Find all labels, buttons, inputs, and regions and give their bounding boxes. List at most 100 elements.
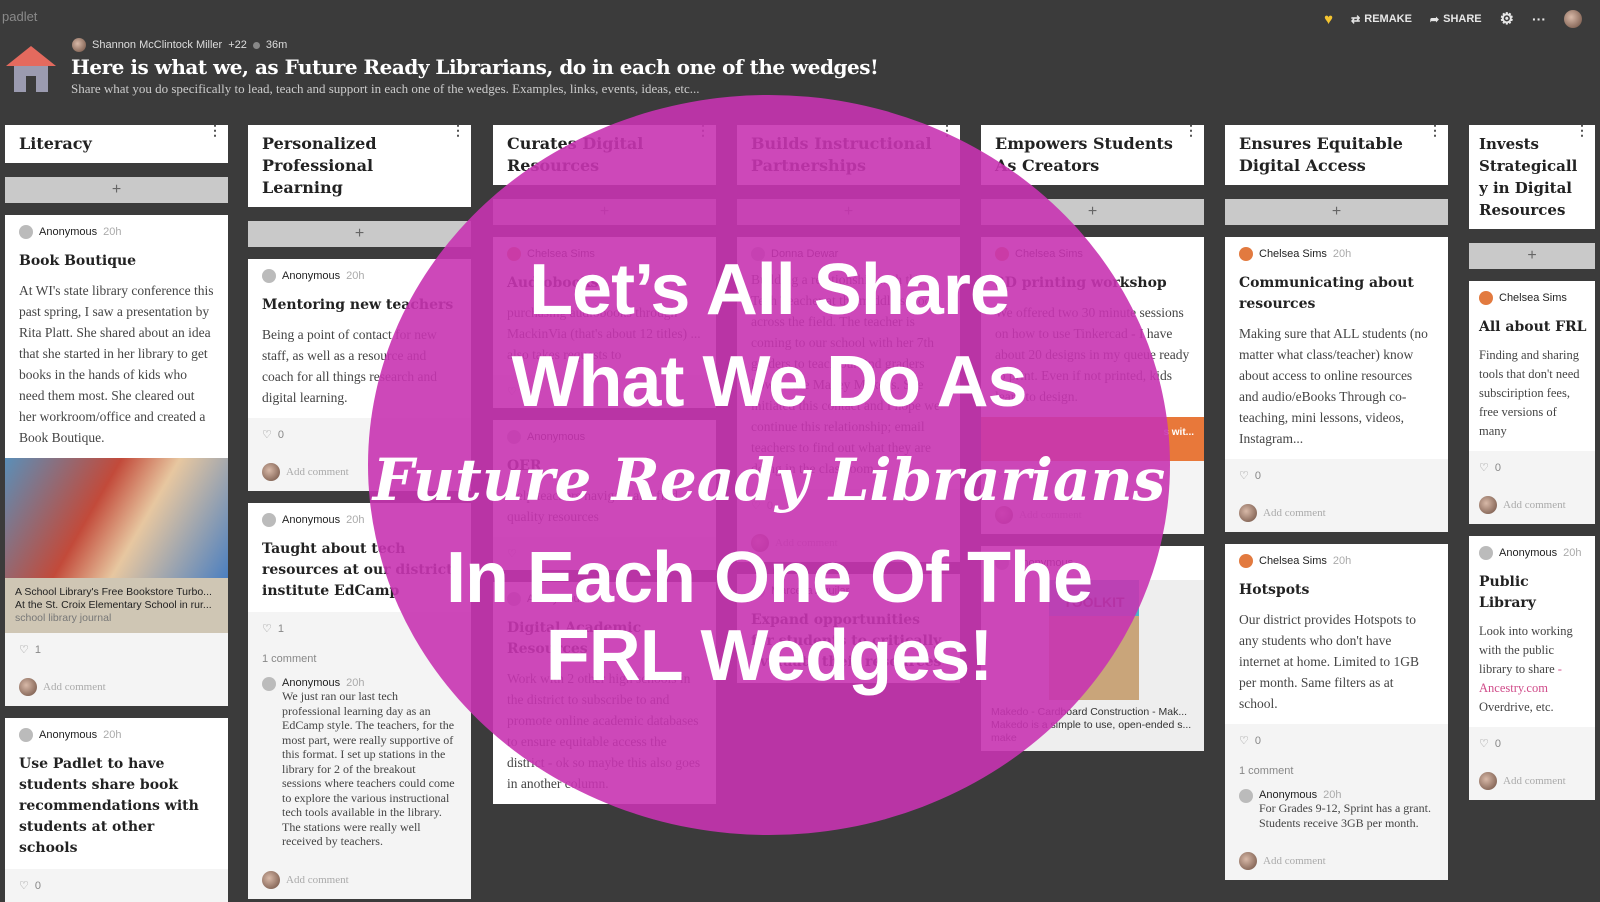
post-footer: ♡0Add comment — [1469, 451, 1595, 524]
post-card[interactable]: Anonymous 20h Use Padlet to have students … — [5, 718, 228, 902]
remake-icon: ⇄ — [1351, 13, 1361, 26]
like-button[interactable]: ♡0 — [19, 879, 214, 893]
column-title: Personalized Professional Learning — [262, 134, 377, 197]
add-comment-input[interactable]: Add comment — [262, 870, 457, 889]
padlet-logo[interactable]: padlet — [2, 9, 37, 24]
more-options-icon[interactable]: ⋮ — [208, 124, 222, 138]
add-comment-input[interactable]: Add comment — [1479, 772, 1587, 790]
column: Ensures Equitable Digital Access ⋮ + Chelse… — [1225, 124, 1448, 880]
add-comment-placeholder: Add comment — [1503, 499, 1566, 511]
like-button[interactable]: ♡0 — [1239, 469, 1434, 483]
post-footer: ♡ 0 1 comment Anonymous 20h For Grades 9-12, … — [1225, 724, 1448, 880]
like-count: 1 — [34, 643, 41, 656]
post-time: 20h — [1563, 547, 1582, 559]
more-options-icon[interactable]: ⋮ — [451, 124, 465, 138]
avatar — [1479, 291, 1493, 305]
like-button[interactable]: ♡0 — [1239, 734, 1434, 748]
post-card[interactable]: Chelsea Sims 20h Hotspots Our district prov… — [1225, 544, 1448, 880]
share-button[interactable]: ➦ SHARE — [1430, 13, 1482, 26]
avatar — [262, 513, 276, 527]
add-comment-input[interactable]: Add comment — [1239, 504, 1434, 522]
heart-icon[interactable]: ♡ — [19, 879, 29, 892]
post-time: 20h — [103, 729, 122, 741]
post-content: Anonymous 20h Use Padlet to have students … — [5, 718, 228, 869]
author-name: Anonymous — [1499, 547, 1558, 559]
comment-author: Anonymous 20h — [1259, 789, 1434, 801]
like-count: 0 — [1494, 737, 1501, 750]
heart-icon[interactable]: ♡ — [1479, 461, 1489, 474]
column-header: Invests Strategically in Digital Resourc… — [1469, 124, 1595, 229]
gear-icon[interactable]: ⚙ — [1500, 9, 1514, 29]
add-post-button[interactable]: + — [1469, 243, 1595, 269]
top-bar: padlet ♥ ⇄ REMAKE ➦ SHARE ⚙ ··· — [0, 0, 1600, 34]
author-name: Anonymous — [39, 729, 98, 741]
more-options-icon[interactable]: ⋮ — [1575, 124, 1589, 138]
post-title: Hotspots — [1239, 582, 1310, 598]
comment-text: We just ran our last tech professional l… — [282, 689, 455, 848]
post-body: Our district provides Hotspots to any st… — [1239, 609, 1434, 714]
post-content: Anonymous 20h Public Library Look into work… — [1469, 536, 1595, 727]
post-body-text: Finding and sharing tools that don't nee… — [1479, 348, 1580, 438]
post-author: Chelsea Sims 20h — [1239, 554, 1434, 568]
like-button[interactable]: ♡ 1 — [19, 643, 214, 657]
home-icon[interactable] — [6, 46, 56, 92]
share-label: SHARE — [1443, 13, 1482, 25]
comment-time: 20h — [1323, 789, 1342, 801]
page-title: Here is what we, as Future Ready Librari… — [71, 55, 879, 79]
author-name: Anonymous — [282, 514, 341, 526]
column-title: Invests Strategically in Digital Resourc… — [1479, 135, 1578, 219]
add-post-button[interactable]: + — [1225, 199, 1448, 225]
post-card[interactable]: Chelsea Sims All about FRL Finding and sha… — [1469, 281, 1595, 524]
post-card[interactable]: Anonymous 20h Book Boutique At WI's state l… — [5, 215, 228, 706]
like-button[interactable]: ♡0 — [1479, 461, 1587, 475]
heart-icon[interactable]: ♥ — [1324, 11, 1333, 28]
add-comment-input[interactable]: Add comment — [19, 678, 214, 696]
preview-description: At the St. Croix Elementary School in ru… — [15, 599, 212, 611]
more-options-icon[interactable]: ⋮ — [1184, 124, 1198, 138]
author-name: Chelsea Sims — [1499, 292, 1567, 304]
heart-icon[interactable]: ♡ — [1239, 469, 1249, 482]
post-title: Book Boutique — [19, 253, 137, 269]
column-header: Personalized Professional Learning ⋮ — [248, 124, 471, 207]
post-body-text: Making sure that ALL students (no matter… — [1239, 326, 1428, 446]
padlet-meta: Shannon McClintock Miller +22 36m — [72, 38, 287, 52]
avatar — [1479, 496, 1497, 514]
avatar — [1479, 772, 1497, 790]
post-body-text-2: Overdrive, etc. — [1479, 700, 1554, 714]
add-comment-placeholder: Add comment — [1503, 775, 1566, 787]
heart-icon[interactable]: ♡ — [1479, 737, 1489, 750]
comment-time: 20h — [346, 677, 365, 689]
heart-icon[interactable]: ♡ — [19, 643, 29, 656]
like-button[interactable]: ♡0 — [1479, 737, 1587, 751]
add-post-button[interactable]: + — [5, 177, 228, 203]
avatar — [262, 870, 280, 889]
link-preview[interactable]: A School Library's Free Bookstore Turbo.… — [5, 578, 228, 633]
column: Invests Strategically in Digital Resourc… — [1469, 124, 1595, 800]
avatar — [262, 463, 280, 481]
column: Literacy ⋮ + Anonymous 20h Book Boutique At WI… — [5, 124, 228, 902]
more-icon[interactable]: ··· — [1532, 11, 1546, 27]
post-author: Anonymous 20h — [19, 728, 214, 742]
like-count: 0 — [277, 428, 284, 441]
post-author: Chelsea Sims — [1479, 291, 1587, 305]
post-footer: ♡0Add comment — [1469, 727, 1595, 800]
post-body: Making sure that ALL students (no matter… — [1239, 323, 1434, 449]
overlay-text: Let’s All Share What We Do As Future Rea… — [368, 240, 1170, 706]
post-title: All about FRL — [1479, 319, 1587, 335]
heart-icon[interactable]: ♡ — [262, 428, 272, 441]
add-comment-input[interactable]: Add comment — [1239, 852, 1434, 870]
remake-button[interactable]: ⇄ REMAKE — [1351, 13, 1412, 26]
post-card[interactable]: Chelsea Sims 20h Communicating about resou… — [1225, 237, 1448, 532]
add-comment-placeholder: Add comment — [286, 466, 349, 478]
add-comment-input[interactable]: Add comment — [1479, 496, 1587, 514]
like-count: 1 — [277, 622, 284, 635]
heart-icon[interactable]: ♡ — [262, 622, 272, 635]
author-name: Anonymous — [1259, 789, 1318, 801]
user-avatar[interactable] — [1564, 10, 1582, 28]
column-header: Ensures Equitable Digital Access ⋮ — [1225, 124, 1448, 185]
post-card[interactable]: Anonymous 20h Public Library Look into work… — [1469, 536, 1595, 800]
more-options-icon[interactable]: ⋮ — [1428, 124, 1442, 138]
heart-icon[interactable]: ♡ — [1239, 734, 1249, 747]
like-count: 0 — [1494, 461, 1501, 474]
post-image[interactable] — [5, 458, 228, 578]
